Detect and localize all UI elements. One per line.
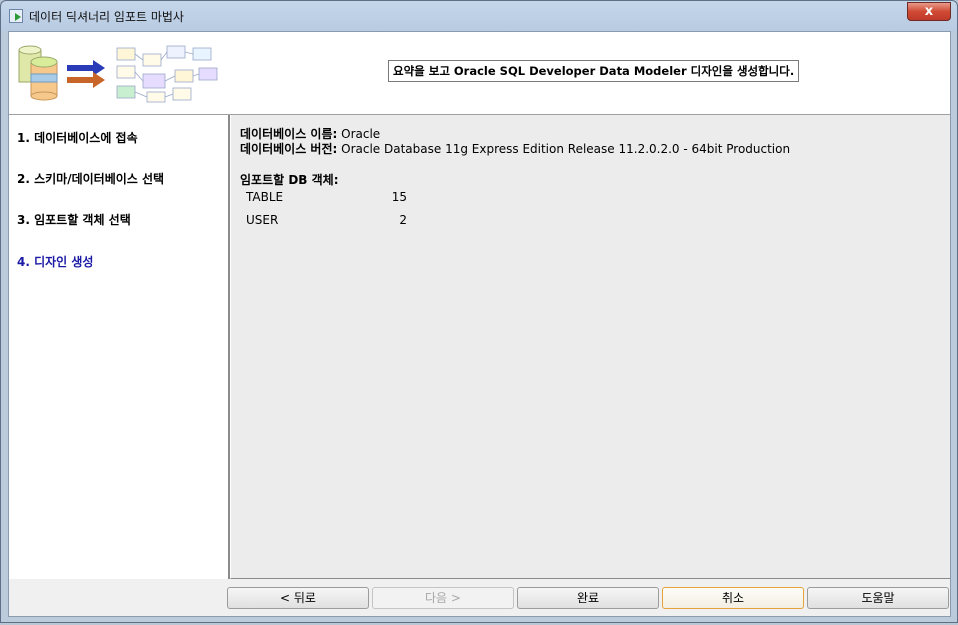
app-icon: [9, 9, 23, 23]
database-name-value: Oracle: [341, 127, 381, 141]
database-version-value: Oracle Database 11g Express Edition Rele…: [341, 142, 791, 156]
database-version-row: 데이터베이스 버전: Oracle Database 11g Express E…: [240, 140, 790, 157]
step-generate-design[interactable]: 4. 디자인 생성: [17, 253, 93, 270]
object-type-count: 15: [391, 190, 407, 204]
next-button[interactable]: 다음 >: [372, 587, 514, 609]
title-bar[interactable]: 데이터 딕셔너리 임포트 마법사 x: [1, 1, 957, 31]
arrow-right-icon: [67, 60, 105, 88]
help-button[interactable]: 도움말: [807, 587, 949, 609]
wizard-steps-panel: 1. 데이터베이스에 접속 2. 스키마/데이터베이스 선택 3. 임포트할 객…: [9, 115, 230, 579]
wizard-window: 데이터 딕셔너리 임포트 마법사 x 요약을 보고 Oracle SQL Dev…: [0, 0, 958, 623]
objects-heading: 임포트할 DB 객체:: [240, 171, 339, 188]
wizard-header: 요약을 보고 Oracle SQL Developer Data Modeler…: [9, 32, 950, 115]
finish-button[interactable]: 완료: [517, 587, 659, 609]
object-type-name: USER: [246, 213, 279, 227]
summary-panel: 데이터베이스 이름: Oracle 데이터베이스 버전: Oracle Data…: [230, 115, 950, 579]
dialog-body: 요약을 보고 Oracle SQL Developer Data Modeler…: [8, 31, 951, 617]
database-icon: [18, 45, 58, 101]
step-select-objects[interactable]: 3. 임포트할 객체 선택: [17, 211, 131, 228]
button-bar: < 뒤로 다음 > 완료 취소 도움말: [9, 579, 950, 616]
step-connect-database[interactable]: 1. 데이터베이스에 접속: [17, 129, 138, 146]
window-title: 데이터 딕셔너리 임포트 마법사: [29, 10, 184, 24]
data-model-diagram-icon: [116, 45, 218, 103]
back-button[interactable]: < 뒤로: [227, 587, 369, 609]
objects-heading-label: 임포트할 DB 객체:: [240, 173, 339, 187]
database-name-label: 데이터베이스 이름:: [240, 127, 338, 141]
step-select-schema[interactable]: 2. 스키마/데이터베이스 선택: [17, 170, 164, 187]
database-version-label: 데이터베이스 버전:: [240, 142, 338, 156]
object-type-count: 2: [399, 213, 407, 227]
database-to-model-graphic: [18, 45, 218, 103]
close-button[interactable]: x: [907, 2, 951, 21]
object-type-name: TABLE: [246, 190, 284, 204]
header-message: 요약을 보고 Oracle SQL Developer Data Modeler…: [388, 60, 800, 82]
cancel-button[interactable]: 취소: [662, 587, 804, 609]
